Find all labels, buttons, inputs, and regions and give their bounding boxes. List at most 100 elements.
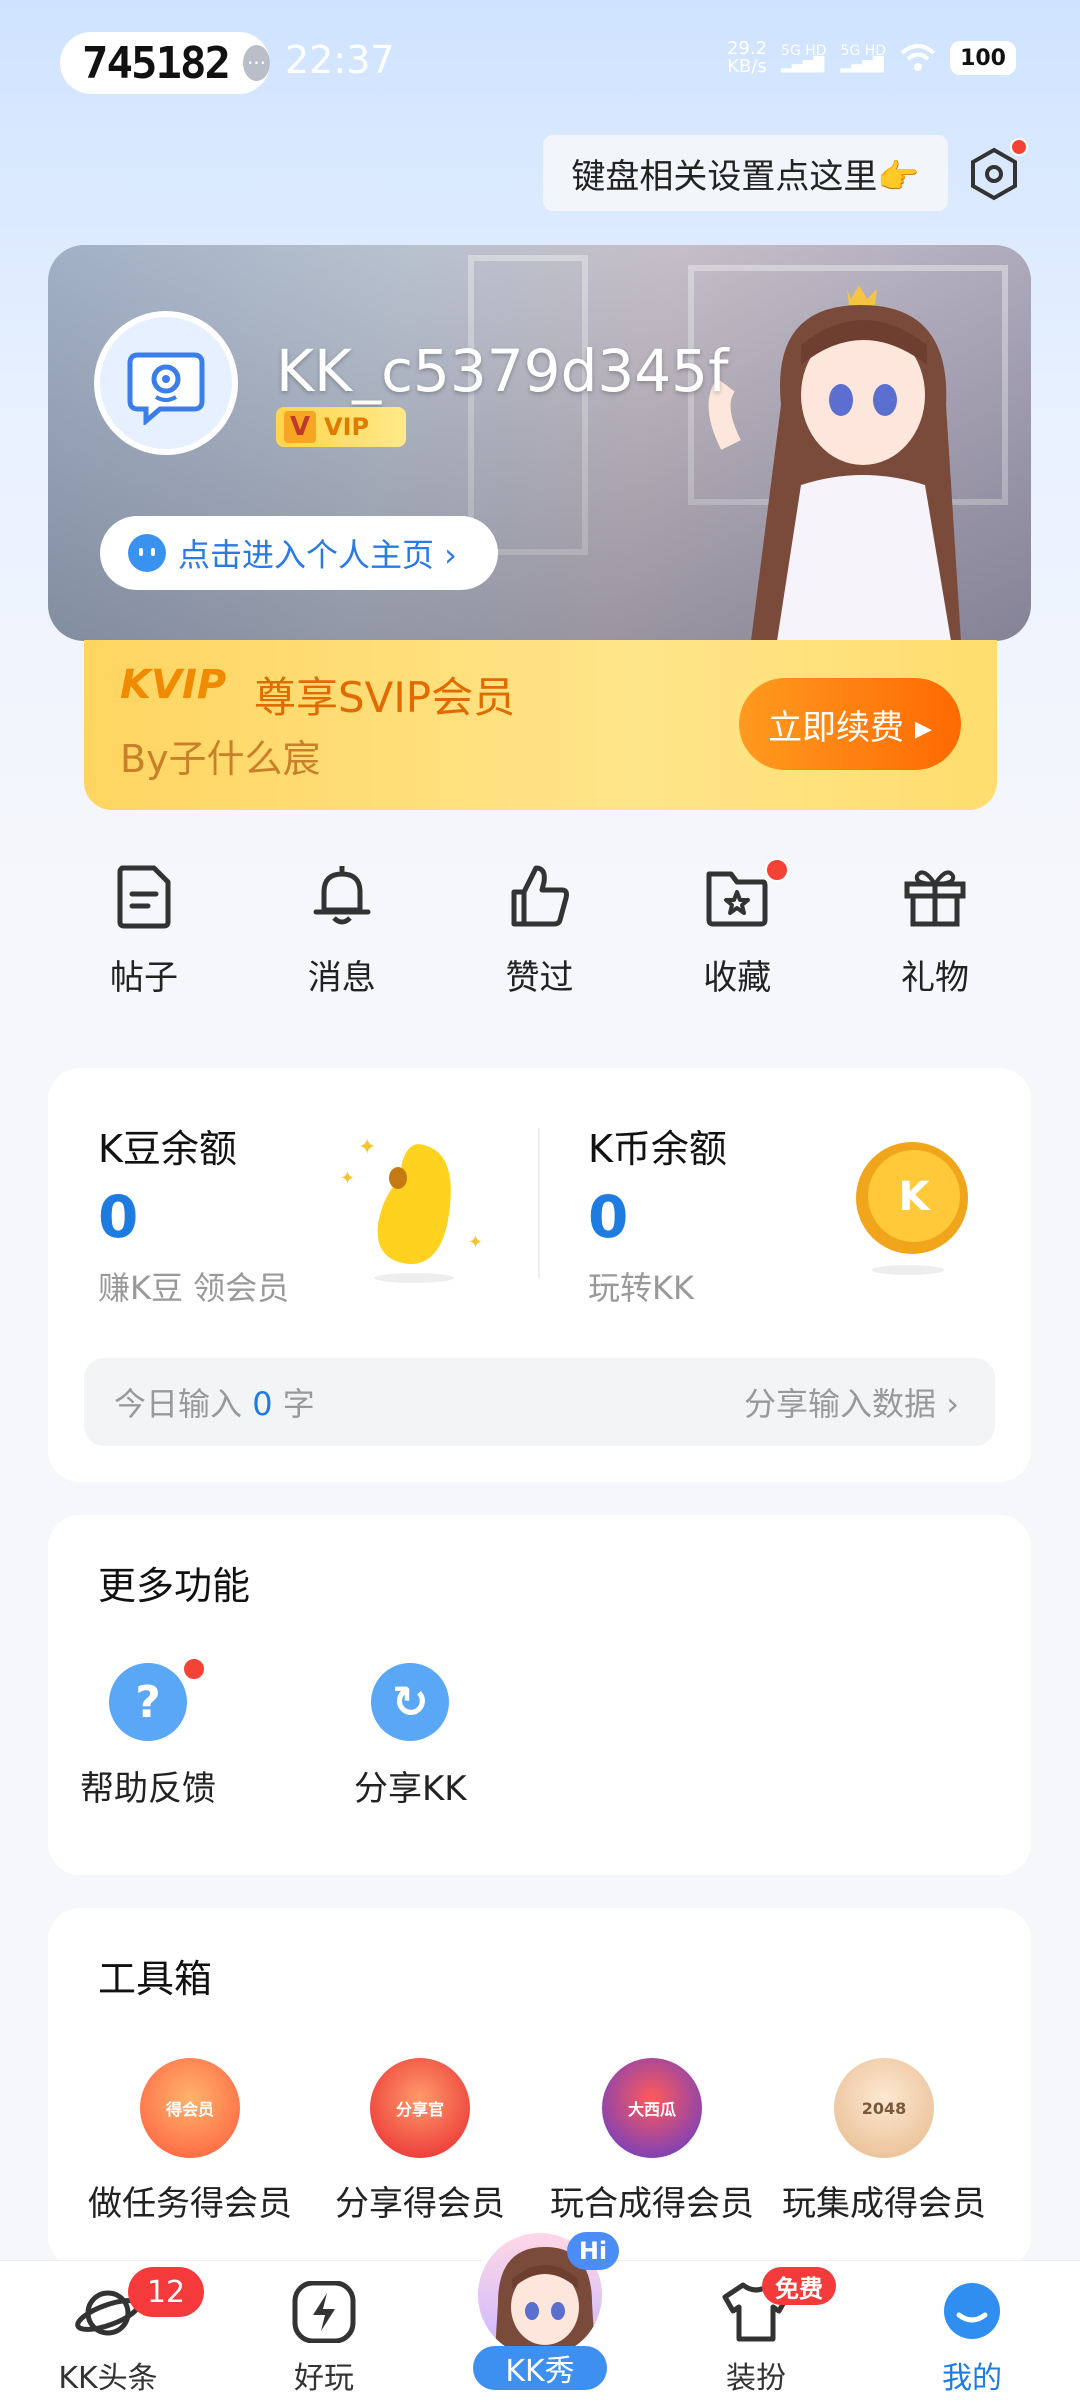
quick-action-likes[interactable]: 赞过 xyxy=(480,860,600,1020)
personal-homepage-button[interactable]: 点击进入个人主页 › xyxy=(100,516,498,590)
sim1-signal-icon: 5G HD ▂▄▆█ xyxy=(781,43,827,73)
posts-label: 帖子 xyxy=(110,958,178,998)
headline-count-badge: 12 xyxy=(128,2267,204,2317)
pill-number: 745182 xyxy=(82,37,231,89)
today-input-text: 今日输入 0 字 xyxy=(114,1379,315,1425)
battery-icon: 100 xyxy=(950,41,1016,75)
vip-v-icon: V xyxy=(284,411,316,443)
sim2-label: 5G HD xyxy=(840,43,887,59)
nav-fun-label: 好玩 xyxy=(294,2361,354,2396)
more-functions-panel: 更多功能 ? 帮助反馈 ↻ 分享KK xyxy=(48,1515,1031,1875)
renew-button[interactable]: 立即续费 ▸ xyxy=(739,678,961,770)
today-input-bar[interactable]: 今日输入 0 字 分享输入数据 › xyxy=(84,1358,995,1446)
settings-red-dot xyxy=(1010,138,1028,156)
keyboard-settings-tip[interactable]: 键盘相关设置点这里👉 xyxy=(543,135,948,211)
favorites-red-dot xyxy=(765,858,790,882)
free-badge: 免费 xyxy=(762,2267,836,2305)
nav-mine[interactable]: 我的 xyxy=(892,2281,1052,2397)
kbi-coin-letter: K xyxy=(899,1174,932,1220)
share-icon: ↻ xyxy=(371,1663,450,1741)
avatar[interactable] xyxy=(94,311,238,455)
svip-banner[interactable]: KVIP 尊享SVIP会员 By子什么宸 立即续费 ▸ xyxy=(84,640,997,810)
quick-action-posts[interactable]: 帖子 xyxy=(84,860,204,1020)
quick-action-favorites[interactable]: 收藏 xyxy=(677,858,797,1020)
nav-dress-up-label: 装扮 xyxy=(726,2361,786,2396)
system-icons: 29.2 KB/s 5G HD ▂▄▆█ 5G HD ▂▄▆█ 100 xyxy=(727,40,1016,76)
kk-show-button[interactable]: Hi KK秀 xyxy=(465,2228,619,2396)
bean-icon: ✦✦✦ xyxy=(340,1135,483,1283)
svip-title: 尊享SVIP会员 xyxy=(254,673,516,722)
vip-badge[interactable]: V VIP xyxy=(276,407,406,447)
kk-show-label: KK秀 xyxy=(473,2346,607,2390)
task-vip-label: 做任务得会员 xyxy=(88,2184,292,2224)
favorite-folder-icon xyxy=(706,871,768,927)
svg-text:✦: ✦ xyxy=(358,1135,376,1160)
status-bar: 745182 ··· 22:37 29.2 KB/s 5G HD ▂▄▆█ 5G … xyxy=(0,0,1080,130)
today-count: 0 xyxy=(252,1385,273,1423)
svg-text:✦: ✦ xyxy=(468,1232,483,1253)
watermelon-game-item[interactable]: 大西瓜 玩合成得会员 xyxy=(532,2058,772,2225)
robot-face-icon xyxy=(128,534,166,572)
hi-badge: Hi xyxy=(567,2232,619,2270)
lightning-icon xyxy=(292,2281,356,2343)
homepage-label: 点击进入个人主页 › xyxy=(178,536,457,574)
net-speed-unit: KB/s xyxy=(727,56,767,77)
thumb-up-icon xyxy=(511,865,569,927)
profile-bubble-icon xyxy=(944,2283,1000,2339)
today-suffix: 字 xyxy=(282,1385,315,1423)
profile-card[interactable]: KK_c5379d345f V VIP 点击进入个人主页 › xyxy=(48,245,1031,641)
settings-button[interactable] xyxy=(962,138,1028,206)
sim1-label: 5G HD xyxy=(781,43,827,59)
help-feedback-item[interactable]: ? 帮助反馈 xyxy=(80,1657,216,1810)
likes-label: 赞过 xyxy=(505,958,574,998)
share-vip-item[interactable]: 分享官 分享得会员 xyxy=(300,2058,540,2225)
task-vip-icon: 得会员 xyxy=(140,2058,240,2158)
clock: 22:37 xyxy=(285,38,395,82)
k-coin-icon: K xyxy=(856,1142,968,1275)
share-vip-label: 分享得会员 xyxy=(335,2184,505,2224)
share-vip-icon: 分享官 xyxy=(370,2058,470,2158)
bell-icon xyxy=(313,866,371,925)
keyboard-tip-text: 键盘相关设置点这里👉 xyxy=(571,156,920,197)
battery-level: 100 xyxy=(960,45,1006,71)
wifi-icon xyxy=(900,44,936,71)
2048-game-item[interactable]: 2048 玩集成得会员 xyxy=(764,2058,1004,2225)
notification-pill[interactable]: 745182 ··· xyxy=(60,32,270,94)
quick-actions-row: 帖子 消息 赞过 收藏 礼物 xyxy=(48,858,1031,1020)
svg-text:✦: ✦ xyxy=(340,1168,355,1189)
nav-mine-label: 我的 xyxy=(942,2361,1002,2396)
help-feedback-label: 帮助反馈 xyxy=(80,1769,216,1809)
post-icon xyxy=(117,865,171,929)
nav-fun[interactable]: 好玩 xyxy=(244,2281,404,2397)
share-input-data-link[interactable]: 分享输入数据 › xyxy=(744,1379,959,1425)
toolbox-panel: 工具箱 得会员 做任务得会员 分享官 分享得会员 大西瓜 玩合成得会员 2048… xyxy=(48,1908,1031,2268)
2048-game-label: 玩集成得会员 xyxy=(782,2184,986,2224)
watermelon-game-label: 玩合成得会员 xyxy=(550,2184,754,2224)
gift-icon xyxy=(904,870,966,927)
help-icon: ? xyxy=(109,1663,187,1741)
help-red-dot xyxy=(182,1657,206,1681)
quick-action-gifts[interactable]: 礼物 xyxy=(875,860,995,1020)
kvip-logo: KVIP xyxy=(120,662,227,708)
gifts-label: 礼物 xyxy=(901,958,969,998)
nav-kk-headlines-label: KK头条 xyxy=(58,2361,158,2396)
username[interactable]: KK_c5379d345f xyxy=(276,337,729,405)
avatar-robot-icon xyxy=(127,352,205,425)
network-speed: 29.2 KB/s xyxy=(727,40,767,76)
vip-badge-label: VIP xyxy=(324,413,370,441)
anime-character-image xyxy=(708,285,961,641)
today-prefix: 今日输入 xyxy=(114,1385,243,1423)
balance-panel: K豆余额 0 赚K豆 领会员 ✦ ✦ ✦ K币余额 0 玩转KK K 今日输入 0 … xyxy=(48,1068,1031,1482)
2048-game-icon: 2048 xyxy=(834,2058,934,2158)
task-vip-item[interactable]: 得会员 做任务得会员 xyxy=(70,2058,310,2225)
more-functions-title: 更多功能 xyxy=(98,1564,251,1608)
favorites-label: 收藏 xyxy=(703,958,772,998)
share-kk-label: 分享KK xyxy=(354,1769,467,1809)
share-kk-item[interactable]: ↻ 分享KK xyxy=(354,1663,467,1810)
svip-subtitle: By子什么宸 xyxy=(120,737,321,781)
quick-action-messages[interactable]: 消息 xyxy=(282,860,402,1020)
balance-divider xyxy=(538,1128,540,1278)
watermelon-game-icon: 大西瓜 xyxy=(602,2058,702,2158)
sim2-signal-icon: 5G HD ▂▄▆█ xyxy=(840,43,887,73)
messages-label: 消息 xyxy=(307,958,376,998)
